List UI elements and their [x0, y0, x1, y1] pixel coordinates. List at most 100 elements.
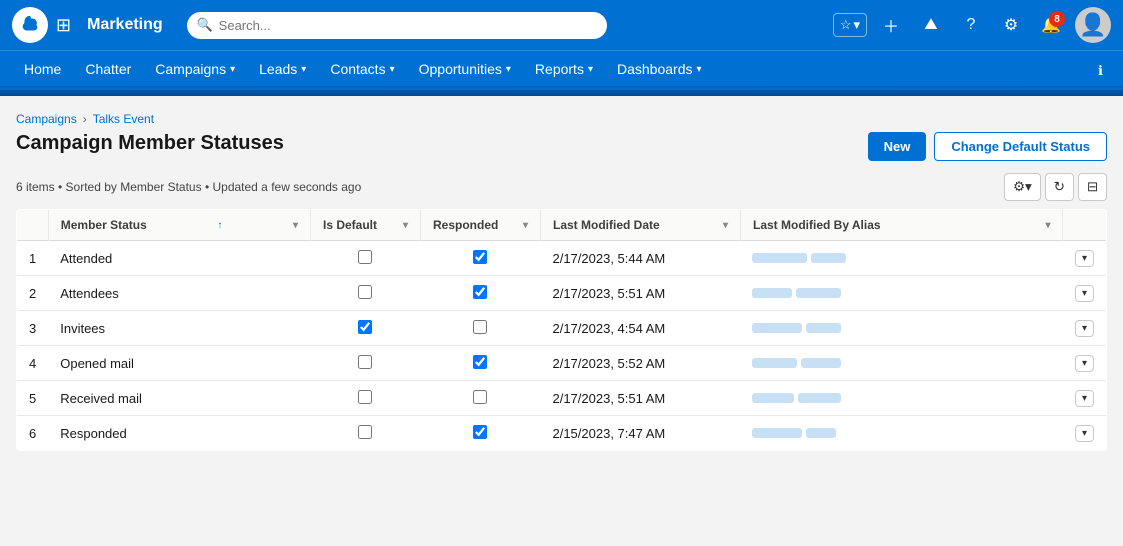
help-button[interactable]: ? [955, 9, 987, 41]
app-name: Marketing [87, 16, 163, 34]
table-row: 1 Attended 2/17/2023, 5:44 AM ▾ [17, 241, 1107, 276]
cell-member-status: Received mail [48, 381, 310, 416]
th-last-modified-date-label: Last Modified Date [553, 218, 660, 232]
table-row: 4 Opened mail 2/17/2023, 5:52 AM ▾ [17, 346, 1107, 381]
page-title: Campaign Member Statuses [16, 132, 284, 155]
cell-last-modified-date: 2/17/2023, 5:52 AM [540, 346, 740, 381]
member-status-sort-icon: ↑ [217, 220, 222, 231]
row-action-button[interactable]: ▾ [1075, 355, 1094, 372]
reports-caret-icon: ▾ [588, 64, 593, 75]
add-button[interactable]: ＋ [875, 9, 907, 41]
th-responded-label: Responded [433, 218, 498, 232]
th-responded[interactable]: Responded ▾ [420, 210, 540, 241]
th-member-status[interactable]: Member Status ↑ ▾ [48, 210, 310, 241]
row-action-button[interactable]: ▾ [1075, 250, 1094, 267]
responded-checkbox[interactable] [473, 355, 487, 369]
cell-member-status: Responded [48, 416, 310, 451]
th-is-default-label: Is Default [323, 218, 377, 232]
notifications-button[interactable]: 🔔 8 [1035, 9, 1067, 41]
campaigns-caret-icon: ▾ [230, 64, 235, 75]
th-last-modified-by-alias-label: Last Modified By Alias [753, 218, 881, 232]
responded-checkbox[interactable] [473, 390, 487, 404]
nav-label-leads: Leads [259, 61, 297, 77]
new-button[interactable]: New [868, 132, 927, 161]
nav-label-contacts: Contacts [330, 61, 385, 77]
nav-item-opportunities[interactable]: Opportunities ▾ [407, 51, 523, 90]
cell-is-default [310, 241, 420, 276]
cell-member-status: Attendees [48, 276, 310, 311]
row-action-button[interactable]: ▾ [1075, 285, 1094, 302]
cell-member-status: Opened mail [48, 346, 310, 381]
top-navbar: ⊞ Marketing 🔍 ☆ ▾ ＋ ⛰ ? ⚙ 🔔 8 👤 [0, 0, 1123, 50]
settings-button[interactable]: ⚙ [995, 9, 1027, 41]
th-is-default[interactable]: Is Default ▾ [310, 210, 420, 241]
cell-last-modified-by-alias [740, 276, 1062, 311]
opportunities-caret-icon: ▾ [506, 64, 511, 75]
is-default-checkbox[interactable] [358, 425, 372, 439]
main-content: Campaigns › Talks Event Campaign Member … [0, 96, 1123, 467]
change-default-status-button[interactable]: Change Default Status [934, 132, 1107, 161]
cell-member-status: Invitees [48, 311, 310, 346]
cell-responded [420, 241, 540, 276]
nav-item-reports[interactable]: Reports ▾ [523, 51, 605, 90]
th-last-modified-date[interactable]: Last Modified Date ▾ [540, 210, 740, 241]
cell-is-default [310, 416, 420, 451]
table-toolbar: 6 items • Sorted by Member Status • Upda… [16, 173, 1107, 201]
breadcrumb-separator: › [83, 112, 87, 126]
search-input[interactable] [187, 12, 607, 39]
is-default-checkbox[interactable] [358, 355, 372, 369]
responded-checkbox[interactable] [473, 320, 487, 334]
nav-label-home: Home [24, 61, 61, 77]
cell-last-modified-date: 2/17/2023, 5:51 AM [540, 276, 740, 311]
responded-checkbox[interactable] [473, 285, 487, 299]
row-action-button[interactable]: ▾ [1075, 320, 1094, 337]
cell-is-default [310, 311, 420, 346]
grid-icon[interactable]: ⊞ [56, 15, 71, 36]
is-default-checkbox[interactable] [358, 285, 372, 299]
cell-last-modified-date: 2/17/2023, 5:44 AM [540, 241, 740, 276]
nav-item-campaigns[interactable]: Campaigns ▾ [143, 51, 247, 90]
th-last-modified-by-alias[interactable]: Last Modified By Alias ▾ [740, 210, 1062, 241]
row-number: 5 [17, 381, 49, 416]
refresh-icon: ↻ [1054, 179, 1065, 195]
row-number: 2 [17, 276, 49, 311]
nav-item-contacts[interactable]: Contacts ▾ [318, 51, 406, 90]
nav-label-reports: Reports [535, 61, 584, 77]
nav-item-leads[interactable]: Leads ▾ [247, 51, 318, 90]
cell-responded [420, 311, 540, 346]
secondary-navbar: Home Chatter Campaigns ▾ Leads ▾ Contact… [0, 50, 1123, 90]
column-settings-button[interactable]: ⚙ ▾ [1004, 173, 1041, 201]
cell-row-action: ▾ [1063, 311, 1107, 346]
user-avatar[interactable]: 👤 [1075, 7, 1111, 43]
row-action-button[interactable]: ▾ [1075, 425, 1094, 442]
cell-last-modified-by-alias [740, 381, 1062, 416]
favorite-button[interactable]: ☆ ▾ [833, 13, 867, 37]
trailhead-icon[interactable]: ⛰ [915, 9, 947, 41]
table-controls: ⚙ ▾ ↻ ⊟ [1004, 173, 1107, 201]
salesforce-logo [12, 7, 48, 43]
search-icon: 🔍 [197, 17, 213, 33]
breadcrumb-campaigns[interactable]: Campaigns [16, 112, 77, 126]
is-default-checkbox[interactable] [358, 320, 372, 334]
nav-item-home[interactable]: Home [12, 51, 73, 90]
settings-caret-icon: ▾ [1025, 179, 1032, 195]
avatar-icon: 👤 [1079, 12, 1106, 38]
cell-row-action: ▾ [1063, 381, 1107, 416]
is-default-checkbox[interactable] [358, 250, 372, 264]
row-number: 1 [17, 241, 49, 276]
contacts-caret-icon: ▾ [390, 64, 395, 75]
refresh-button[interactable]: ↻ [1045, 173, 1074, 201]
cell-is-default [310, 276, 420, 311]
wave-decoration [0, 90, 1123, 96]
breadcrumb: Campaigns › Talks Event [16, 112, 1107, 126]
responded-checkbox[interactable] [473, 250, 487, 264]
filter-button[interactable]: ⊟ [1078, 173, 1107, 201]
is-default-checkbox[interactable] [358, 390, 372, 404]
responded-checkbox[interactable] [473, 425, 487, 439]
notification-badge: 8 [1049, 11, 1065, 27]
nav-info-icon[interactable]: ℹ [1090, 51, 1111, 90]
row-action-button[interactable]: ▾ [1075, 390, 1094, 407]
nav-item-chatter[interactable]: Chatter [73, 51, 143, 90]
breadcrumb-talks-event[interactable]: Talks Event [93, 112, 154, 126]
nav-item-dashboards[interactable]: Dashboards ▾ [605, 51, 714, 90]
